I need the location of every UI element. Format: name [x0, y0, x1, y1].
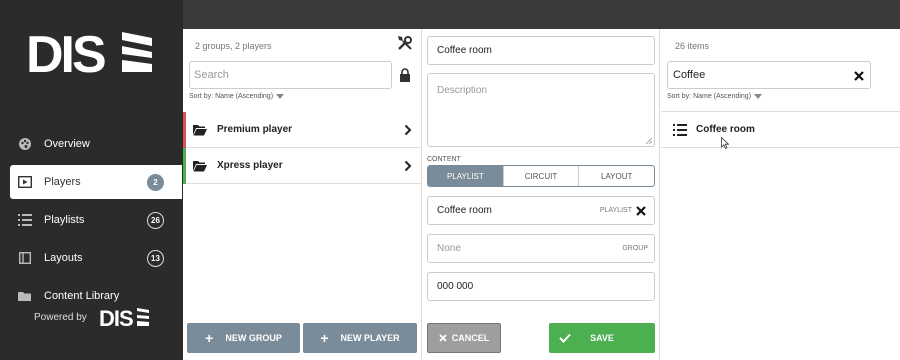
close-icon — [439, 334, 447, 342]
group-placeholder: None — [437, 243, 461, 254]
check-icon — [559, 333, 571, 343]
status-bar — [183, 112, 186, 148]
layout-icon — [18, 251, 32, 265]
powered-by-label: Powered by — [34, 311, 87, 323]
sidebar-item-label: Players — [44, 176, 81, 188]
lock-icon[interactable] — [399, 68, 411, 82]
content-value: Coffee room — [437, 205, 492, 216]
svg-text:DIS: DIS — [26, 28, 105, 76]
dise-logo: DIS — [26, 28, 152, 76]
sidebar-item-label: Playlists — [44, 214, 85, 226]
player-editor: Coffee room Description CONTENT PLAYLIST… — [423, 29, 660, 360]
new-player-label: NEW PLAYER — [340, 333, 400, 343]
powered-by: Powered by DIS — [34, 306, 149, 328]
group-row-xpress[interactable]: Xpress player — [183, 148, 422, 184]
sidebar-item-players[interactable]: Players 2 — [10, 165, 182, 199]
sidebar-item-playlists[interactable]: Playlists 26 — [10, 203, 182, 237]
plus-icon: + — [205, 330, 214, 346]
list-icon — [18, 213, 32, 227]
sidebar-item-label: Overview — [44, 138, 90, 150]
dise-logo-small: DIS — [99, 306, 149, 328]
chevron-down-icon — [276, 93, 285, 99]
status-bar — [183, 148, 186, 184]
group-field[interactable]: None GROUP — [427, 234, 655, 263]
plus-icon: + — [320, 330, 329, 346]
palette-icon — [18, 137, 32, 151]
items-search-value: Coffee — [673, 69, 706, 81]
save-label: SAVE — [590, 333, 614, 343]
chevron-down-icon — [754, 93, 763, 99]
list-item[interactable]: Coffee room — [661, 111, 900, 148]
sidebar-item-overview[interactable]: Overview — [10, 127, 182, 161]
tools-icon[interactable] — [397, 35, 413, 51]
code-value: 000 000 — [437, 281, 474, 292]
tab-layout[interactable]: LAYOUT — [578, 166, 654, 186]
groups-search-input[interactable] — [189, 61, 392, 89]
chevron-right-icon — [404, 160, 412, 172]
sidebar-item-label: Layouts — [44, 252, 83, 264]
list-icon — [673, 123, 687, 136]
count-badge: 2 — [147, 173, 164, 191]
count-badge: 13 — [147, 249, 164, 267]
sidebar: DIS Overview Players 2 Playlists 26 Layo… — [0, 0, 183, 360]
content-type-tabs: PLAYLIST CIRCUIT LAYOUT — [427, 165, 655, 187]
items-panel: 26 items Coffee Sort by: Name (Ascending… — [661, 29, 900, 360]
group-label: Xpress player — [217, 160, 283, 171]
tab-circuit[interactable]: CIRCUIT — [502, 166, 579, 186]
new-group-label: NEW GROUP — [225, 333, 282, 343]
items-search-input[interactable]: Coffee — [667, 61, 871, 89]
folder-open-icon — [193, 160, 207, 171]
content-tag: PLAYLIST — [599, 207, 632, 214]
folder-open-icon — [193, 124, 207, 135]
sort-label: Sort by: Name (Ascending) — [189, 93, 274, 100]
close-icon[interactable] — [636, 205, 646, 216]
resize-handle-icon[interactable] — [646, 138, 652, 144]
tab-playlist[interactable]: PLAYLIST — [428, 166, 503, 186]
cancel-label: CANCEL — [451, 333, 490, 343]
sort-dropdown[interactable]: Sort by: Name (Ascending) — [667, 93, 763, 100]
player-name-field[interactable]: Coffee room — [427, 36, 655, 65]
svg-text:DIS: DIS — [99, 306, 133, 328]
list-item-label: Coffee room — [696, 124, 755, 135]
save-button[interactable]: SAVE — [549, 323, 655, 353]
cancel-button[interactable]: CANCEL — [427, 323, 501, 353]
top-bar — [183, 0, 900, 29]
code-field[interactable]: 000 000 — [427, 272, 655, 301]
description-placeholder: Description — [437, 85, 488, 96]
count-badge: 26 — [147, 211, 164, 229]
folder-icon — [18, 289, 32, 303]
player-icon — [18, 175, 32, 189]
new-group-button[interactable]: + NEW GROUP — [187, 323, 300, 353]
mouse-cursor-icon — [721, 137, 729, 149]
group-tag: GROUP — [622, 245, 648, 252]
groups-summary: 2 groups, 2 players — [195, 41, 272, 51]
description-field[interactable]: Description — [427, 73, 655, 147]
items-count: 26 items — [675, 41, 710, 51]
sidebar-item-label: Content Library — [44, 290, 120, 302]
sort-label: Sort by: Name (Ascending) — [667, 93, 752, 100]
group-label: Premium player — [217, 124, 293, 135]
content-label: CONTENT — [427, 156, 461, 163]
new-player-button[interactable]: + NEW PLAYER — [303, 323, 417, 353]
sidebar-item-layouts[interactable]: Layouts 13 — [10, 241, 182, 275]
group-row-premium[interactable]: Premium player — [183, 112, 422, 148]
groups-panel: 2 groups, 2 players Sort by: Name (Ascen… — [183, 29, 422, 360]
clear-search-icon[interactable] — [854, 71, 864, 81]
sort-dropdown[interactable]: Sort by: Name (Ascending) — [189, 93, 285, 100]
content-field[interactable]: Coffee room PLAYLIST — [427, 196, 655, 225]
chevron-right-icon — [404, 124, 412, 136]
player-name-value: Coffee room — [437, 45, 492, 56]
